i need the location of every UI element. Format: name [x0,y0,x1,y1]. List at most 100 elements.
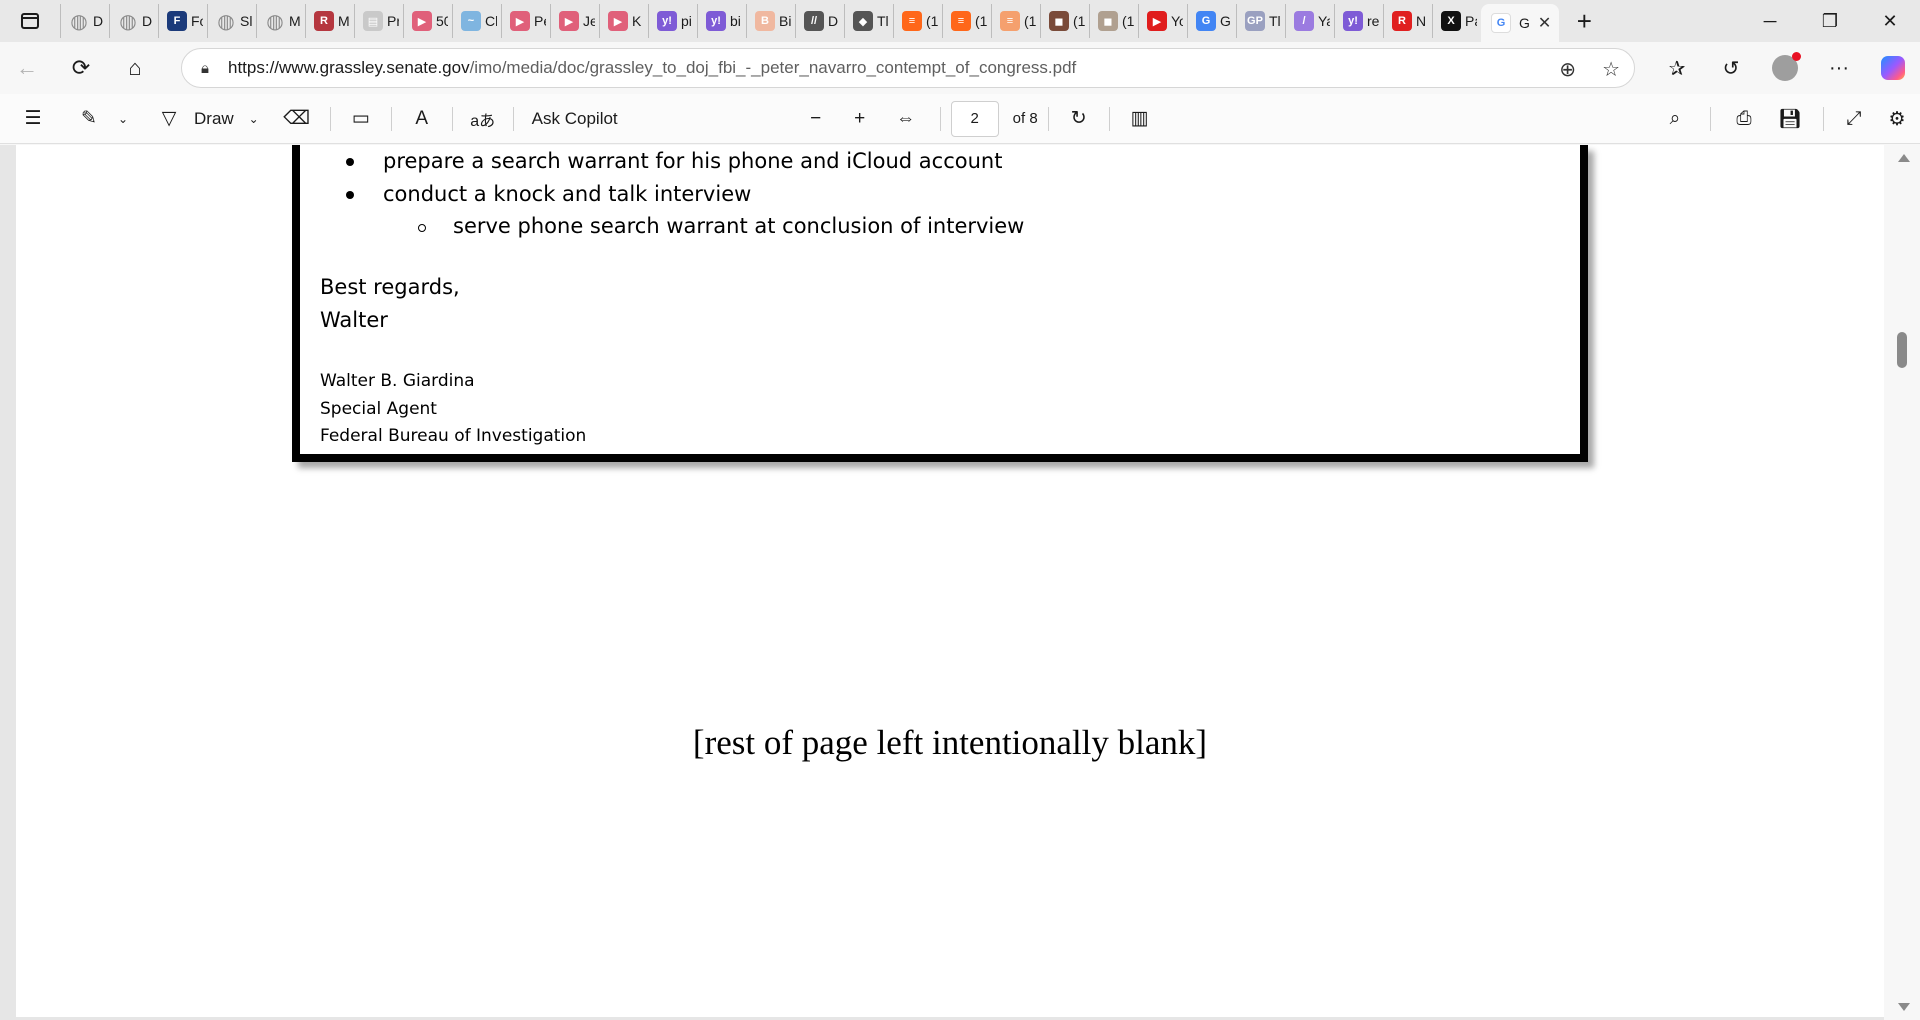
tab-label: (1 [975,13,987,29]
new-tab-button[interactable]: + [1559,0,1609,42]
yahoo-icon: y! [657,11,677,31]
vertical-scrollbar[interactable] [1884,145,1920,1020]
browser-tab[interactable]: ▶Pe [501,4,550,38]
draw-dropdown[interactable]: ⌄ [234,94,274,144]
browser-tab[interactable]: B Bi [746,4,795,38]
browser-tab[interactable]: ◆ Tl [844,4,893,38]
browser-tab[interactable]: FFo [158,4,207,38]
scroll-thumb[interactable] [1897,332,1907,368]
highlight-dropdown[interactable]: ⌄ [112,94,134,144]
browser-tab[interactable]: ≡ (1 [942,4,991,38]
r-logo-icon: R [1392,11,1412,31]
translate-button[interactable]: aあ [463,94,503,144]
browser-tab[interactable]: /Ya [1285,4,1334,38]
fit-page-button[interactable]: ⇔ [882,94,930,144]
copilot-button[interactable] [1866,42,1920,94]
contents-button[interactable]: ☰ [0,94,66,144]
fit-width-icon: ⇔ [896,107,916,129]
browser-tab[interactable]: ▶Je [550,4,599,38]
history-button[interactable]: ↺ [1704,42,1758,94]
back-button[interactable]: ← [0,42,54,94]
google-icon: G [1196,11,1216,31]
separator [329,106,331,131]
browser-tab[interactable]: ▶50 [403,4,452,38]
browser-tab[interactable]: ◍ D [109,4,158,38]
find-button[interactable]: ⌕ [1650,94,1700,144]
zoom-icon[interactable]: ⊕ [1559,57,1576,82]
favorites-button[interactable]: ✰ [1650,42,1704,94]
home-button[interactable]: ⌂ [108,42,162,94]
browser-tab[interactable]: ▶Yo [1138,4,1187,38]
tab-label: Bi [779,13,791,29]
restore-button[interactable]: ❐ [1800,0,1860,42]
tab-actions-button[interactable] [0,0,60,42]
highlight-button[interactable]: ✎ [66,94,112,144]
ask-copilot-button[interactable]: Ask Copilot [532,109,618,129]
browser-tab[interactable]: ▤Pr [354,4,403,38]
browser-tab[interactable]: GP Tl [1236,4,1285,38]
tab-label: D [93,13,104,29]
browser-tab[interactable]: GG [1187,4,1236,38]
save-button[interactable]: 💾︎ [1767,94,1813,144]
full-screen-button[interactable]: ⤢ [1834,94,1874,144]
print-button[interactable]: ⎙ [1721,94,1767,144]
zoom-in-button[interactable]: + [838,94,882,144]
youtube-icon: ▶ [1147,11,1167,31]
erase-button[interactable]: ⌫ [274,94,320,144]
more-button[interactable]: ··· [1812,42,1866,94]
draw-button[interactable]: ▽ [144,94,194,144]
tab-list: ◍D◍DFFo◍Sl◍MRM▤Pr▶50~Cl▶Pe▶Je▶Ky!piy!biB… [60,0,1481,42]
browser-tab[interactable]: ▶ K [599,4,648,38]
browser-tab[interactable]: ◼ (1 [1040,4,1089,38]
globe-icon: ◍ [217,10,235,33]
lock-icon[interactable]: 🔒︎ [182,60,228,77]
favorite-star-icon[interactable]: ☆ [1602,57,1620,82]
browser-tab[interactable]: ~ Cl [452,4,501,38]
browser-tab[interactable]: RM [305,4,354,38]
read-aloud-button[interactable]: A [402,94,442,144]
settings-button[interactable]: ⚙ [1874,94,1920,144]
draw-label[interactable]: Draw [194,109,234,129]
browser-tab[interactable]: y! pi [648,4,697,38]
browser-tab[interactable]: //D [795,4,844,38]
browser-tab[interactable]: RN [1383,4,1432,38]
refresh-button[interactable]: ⟳ [54,42,108,94]
window-controls: ─ ❐ ✕ [1740,0,1920,42]
tab-label: 50 [436,13,448,29]
tab-label: (1 [1122,13,1134,29]
bullet-text: prepare a search warrant for his phone a… [383,149,1003,173]
page-number-input[interactable]: 2 [950,100,999,137]
email-screenshot: prepare a search warrant for his phone a… [292,145,1588,462]
tab-label: Fo [191,13,203,29]
close-tab-icon[interactable]: ✕ [1538,13,1551,33]
tab-label: Yo [1171,13,1183,29]
globe-icon: ◍ [119,10,137,33]
minus-icon: − [810,107,822,129]
tab-label: Tl [877,13,889,29]
scroll-up-arrow[interactable] [1898,154,1910,162]
browser-tab[interactable]: ◍ M [256,4,305,38]
minimize-button[interactable]: ─ [1740,0,1800,42]
browser-tab[interactable]: ≡ (1 [893,4,942,38]
copilot-icon [1881,56,1905,80]
page-view-button[interactable]: ▥ [1120,94,1160,144]
foxnews-icon: F [167,11,187,31]
zoom-out-button[interactable]: − [794,94,838,144]
browser-tab[interactable]: y! re [1334,4,1383,38]
pdf-viewer[interactable]: prepare a search warrant for his phone a… [0,145,1920,1020]
tab-active[interactable]: G G ✕ [1481,4,1560,42]
browser-tab[interactable]: ≡ (1 [991,4,1040,38]
address-bar[interactable]: 🔒︎ https://www.grassley.senate.gov/imo/m… [181,48,1635,88]
browser-tab[interactable]: XPa [1432,4,1481,38]
browser-tab[interactable]: ◍ Sl [207,4,256,38]
browser-tab[interactable]: ◼ (1 [1089,4,1138,38]
browser-tab[interactable]: y! bi [697,4,746,38]
close-window-button[interactable]: ✕ [1860,0,1920,42]
rotate-button[interactable]: ↻ [1059,94,1099,144]
bullet-item: conduct a knock and talk interview [346,182,751,206]
profile-button[interactable] [1758,42,1812,94]
scroll-down-arrow[interactable] [1898,1003,1910,1011]
browser-tab[interactable]: ◍ D [60,4,109,38]
text-button[interactable]: ▭ [341,94,381,144]
separator [390,106,392,131]
